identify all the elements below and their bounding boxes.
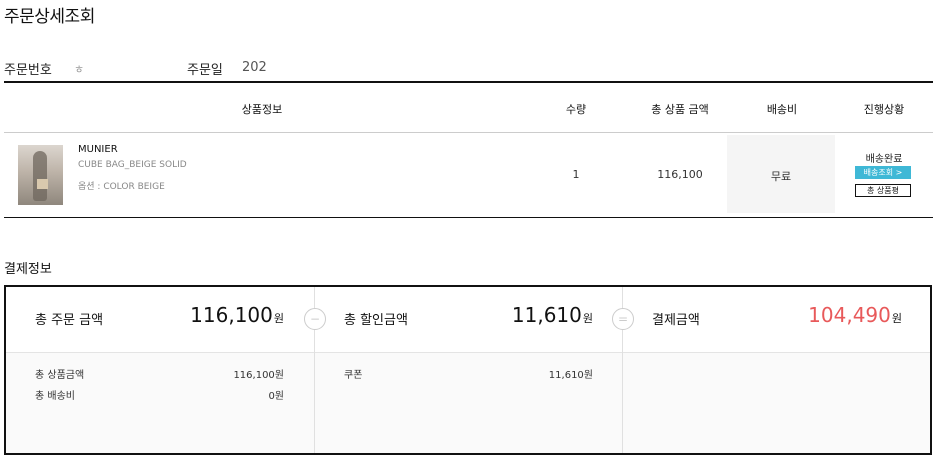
- coupon-value: 11,610원: [548, 370, 593, 381]
- payment-total-label: 결제금액: [652, 313, 700, 328]
- payment-section-title: 결제정보: [4, 262, 52, 277]
- order-total-value: 116,100: [190, 303, 273, 327]
- payment-summary: − = 총 주문 금액 116,100원 총 할인금액 11,610원 결제금액…: [4, 285, 932, 455]
- payment-total-value: 104,490: [808, 303, 891, 327]
- header-shipping-fee: 배송비: [766, 103, 798, 116]
- order-number-value: ㅎ: [74, 63, 85, 76]
- shipping-fee: 무료: [770, 170, 792, 183]
- product-image[interactable]: [18, 145, 63, 205]
- product-option: 옵션 : COLOR BEIGE: [78, 182, 165, 192]
- currency-unit: 원: [891, 312, 902, 325]
- currency-unit: 원: [582, 312, 593, 325]
- shipping-fee-cell: 무료: [727, 135, 835, 213]
- page-title: 주문상세조회: [4, 7, 95, 27]
- shipping-total-value: 0원: [268, 391, 284, 402]
- product-subtotal-label: 총 상품금액: [35, 370, 85, 381]
- track-delivery-button[interactable]: 배송조회 >: [855, 166, 911, 179]
- product-subtotal-value: 116,100원: [233, 370, 284, 381]
- coupon-label: 쿠폰: [344, 370, 363, 381]
- currency-unit: 원: [273, 312, 284, 325]
- payment-total-amount: 104,490원: [808, 303, 902, 327]
- table-row: MUNIER CUBE BAG_BEIGE SOLID 옵션 : COLOR B…: [4, 133, 933, 215]
- write-review-button[interactable]: 총 상품평: [855, 184, 911, 197]
- header-status: 진행상황: [863, 103, 905, 116]
- header-quantity: 수량: [565, 103, 587, 116]
- minus-icon: −: [304, 308, 326, 330]
- discount-total-value: 11,610: [511, 303, 582, 327]
- equals-icon: =: [612, 308, 634, 330]
- discount-total-amount: 11,610원: [512, 303, 593, 327]
- payment-totals-row: [6, 287, 930, 353]
- order-status: 배송완료: [865, 154, 903, 165]
- product-name[interactable]: CUBE BAG_BEIGE SOLID: [78, 160, 187, 170]
- discount-total-label: 총 할인금액: [344, 313, 408, 328]
- shipping-total-label: 총 배송비: [35, 391, 75, 402]
- order-table: 상품정보 수량 총 상품 금액 배송비 진행상황 MUNIER CUBE BAG…: [4, 81, 933, 218]
- order-date-value: 202: [242, 60, 267, 75]
- order-date-label: 주문일: [187, 63, 223, 78]
- order-number-label: 주문번호: [4, 63, 52, 78]
- header-product-info: 상품정보: [241, 103, 283, 116]
- order-total-amount: 116,100원: [190, 303, 284, 327]
- table-header: 상품정보 수량 총 상품 금액 배송비 진행상황: [4, 83, 933, 133]
- product-brand[interactable]: MUNIER: [78, 144, 118, 155]
- product-quantity: 1: [572, 168, 580, 181]
- header-total-price: 총 상품 금액: [651, 103, 709, 116]
- product-total-price: 116,100: [657, 168, 703, 181]
- order-total-label: 총 주문 금액: [35, 313, 104, 328]
